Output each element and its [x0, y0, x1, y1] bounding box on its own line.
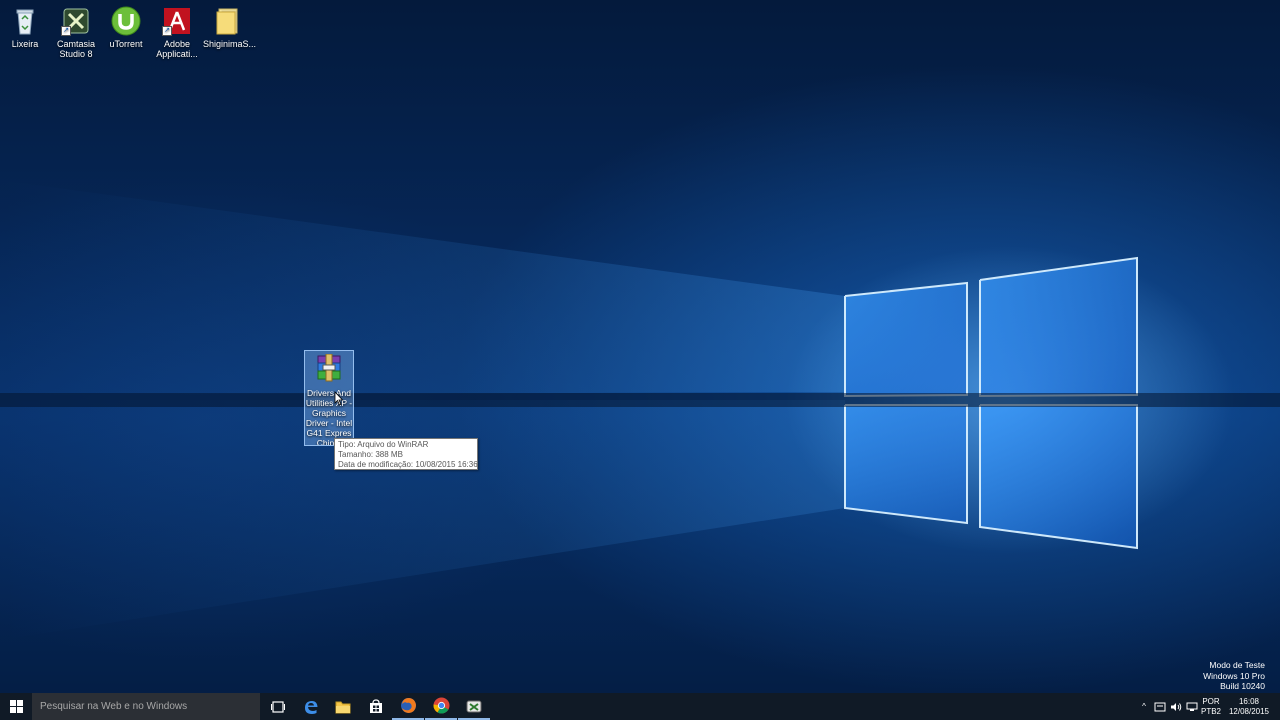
- tray-action-center[interactable]: [1152, 693, 1168, 720]
- taskbar-store[interactable]: [360, 693, 392, 720]
- recycle-bin-icon: [10, 6, 40, 36]
- desktop-icon-shiginima[interactable]: ShiginimaS...: [203, 6, 257, 49]
- shortcut-arrow-icon: ↗: [61, 26, 71, 36]
- desktop-icon-label: ShiginimaS...: [203, 39, 257, 49]
- camtasia-icon: [466, 700, 482, 712]
- action-center-icon: [1154, 702, 1166, 711]
- file-info-tooltip: Tipo: Arquivo do WinRAR Tamanho: 388 MB …: [334, 438, 478, 470]
- taskbar-camtasia[interactable]: [458, 693, 490, 720]
- folder-icon: [213, 6, 243, 36]
- windows-logo-icon: [9, 700, 23, 713]
- shortcut-arrow-icon: ↗: [162, 26, 172, 36]
- task-view-button[interactable]: [262, 693, 294, 720]
- taskbar: Pesquisar na Web e no Windows ^ POR PTB2…: [0, 693, 1280, 720]
- network-icon: [1186, 702, 1198, 711]
- firefox-icon: [400, 698, 416, 713]
- chrome-icon: [433, 697, 449, 714]
- language-indicator[interactable]: POR PTB2: [1200, 693, 1222, 720]
- tooltip-size: Tamanho: 388 MB: [338, 450, 403, 459]
- tray-overflow-button[interactable]: ^: [1138, 693, 1150, 720]
- clock-date: 12/08/2015: [1228, 706, 1270, 716]
- camtasia-icon: ↗: [61, 6, 91, 36]
- tray-network[interactable]: [1184, 693, 1200, 720]
- desktop[interactable]: Lixeira ↗ Camtasia Studio 8 uTorrent ↗ A…: [0, 0, 1280, 693]
- watermark-line: Build 10240: [1220, 681, 1265, 691]
- test-mode-watermark: Modo de Teste Windows 10 Pro Build 10240: [1203, 660, 1265, 692]
- task-view-icon: [271, 700, 285, 713]
- utorrent-icon: [111, 6, 141, 36]
- clock[interactable]: 16:08 12/08/2015: [1226, 693, 1272, 720]
- taskbar-edge[interactable]: [295, 693, 327, 720]
- desktop-icon-winrar-archive[interactable]: Drivers And Utilities XP - Graphics Driv…: [304, 350, 354, 446]
- watermark-line: Windows 10 Pro: [1203, 670, 1265, 681]
- search-input[interactable]: Pesquisar na Web e no Windows: [32, 693, 260, 720]
- desktop-icon-adobe[interactable]: ↗ Adobe Applicati...: [152, 6, 202, 59]
- winrar-archive-icon: [314, 353, 344, 382]
- watermark-line: Modo de Teste: [1209, 660, 1265, 670]
- clock-time: 16:08: [1238, 696, 1260, 706]
- tooltip-type: Tipo: Arquivo do WinRAR: [338, 440, 429, 449]
- desktop-icon-recycle-bin[interactable]: Lixeira: [0, 6, 50, 49]
- desktop-icon-utorrent[interactable]: uTorrent: [101, 6, 151, 49]
- desktop-icon-label: Lixeira: [11, 39, 39, 49]
- desktop-icon-label: uTorrent: [109, 39, 143, 49]
- desktop-icon-camtasia[interactable]: ↗ Camtasia Studio 8: [51, 6, 101, 59]
- windows-logo-wallpaper: [0, 180, 1280, 640]
- desktop-icon-label: Camtasia Studio 8: [56, 39, 95, 59]
- volume-icon: [1171, 702, 1182, 711]
- keyboard-layout: PTB2: [1200, 706, 1221, 716]
- adobe-icon: ↗: [162, 6, 192, 36]
- edge-icon: [305, 700, 318, 714]
- tooltip-modified: Data de modificação: 10/08/2015 16:36: [338, 460, 478, 469]
- desktop-icon-label: Adobe Applicati...: [156, 39, 198, 59]
- search-placeholder: Pesquisar na Web e no Windows: [40, 701, 188, 712]
- language-code: POR: [1202, 696, 1220, 706]
- taskbar-firefox[interactable]: [392, 693, 424, 720]
- tray-volume[interactable]: [1168, 693, 1184, 720]
- start-button[interactable]: [0, 693, 32, 720]
- file-explorer-icon: [335, 701, 351, 713]
- taskbar-chrome[interactable]: [425, 693, 457, 720]
- mouse-cursor-icon: [334, 391, 344, 406]
- store-icon: [370, 699, 382, 713]
- taskbar-file-explorer[interactable]: [327, 693, 359, 720]
- chevron-up-icon: ^: [1142, 702, 1146, 711]
